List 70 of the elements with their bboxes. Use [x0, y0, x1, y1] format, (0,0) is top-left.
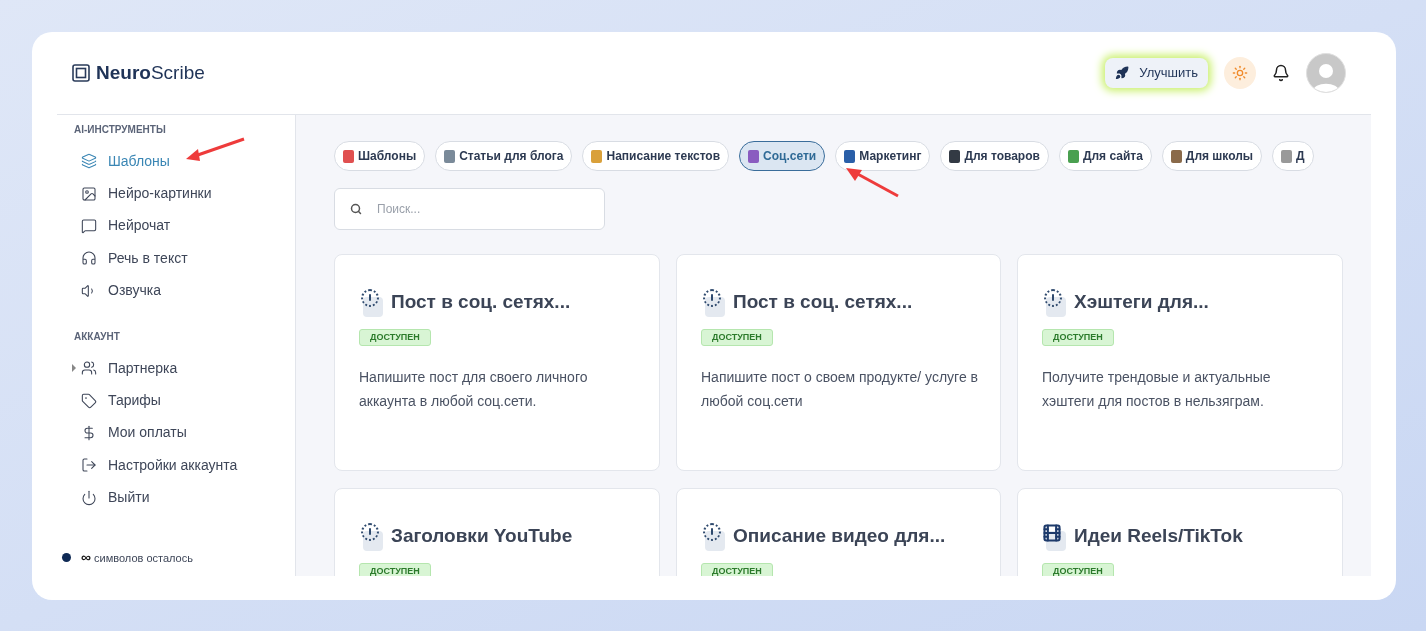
card-description: Напишите пост для своего личного аккаунта в любой соц.сети.: [359, 367, 589, 411]
card-title: Хэштеги для...: [1074, 290, 1209, 314]
alert-icon: [701, 288, 727, 317]
power-icon: [81, 489, 97, 506]
sidebar-item[interactable]: Выйти: [57, 481, 295, 514]
sidebar-item[interactable]: Нейро-картинки: [57, 177, 295, 210]
section-heading: AI-ИНСТРУМЕНТЫ: [73, 123, 167, 137]
headphones-icon: [81, 250, 97, 267]
category-chip[interactable]: Для товаров: [940, 141, 1049, 171]
category-chip[interactable]: Маркетинг: [835, 141, 931, 171]
alert-icon: [701, 522, 727, 551]
sidebar-item[interactable]: Партнерка: [57, 351, 295, 385]
alert-icon: [359, 522, 385, 551]
exit-icon: [81, 457, 97, 474]
status-badge: ДОСТУПЕН: [701, 562, 773, 576]
section-heading: АККАУНТ: [73, 329, 121, 344]
template-card[interactable]: Описание видео для... ДОСТУПЕН: [676, 488, 1001, 576]
layers-icon: [81, 153, 97, 170]
search-icon: [350, 203, 362, 215]
sidebar-item[interactable]: Нейрочат: [57, 209, 295, 243]
category-chip[interactable]: Для школы: [1161, 141, 1263, 171]
template-card[interactable]: Пост в соц. сетях... ДОСТУПЕН Напишите пост для своего личного аккаунта в любой соц.сети.: [334, 254, 660, 471]
film-icon: [1042, 522, 1068, 551]
category-chip[interactable]: Написание текстов: [582, 141, 730, 171]
alert-icon: [359, 288, 385, 317]
template-card[interactable]: Пост в соц. сетях... ДОСТУПЕН Напишите пост о своем продукте/ услуге в любой соц.сети: [676, 254, 1001, 471]
users-icon: [81, 360, 97, 377]
sidebar-item[interactable]: Шаблоны: [57, 145, 295, 178]
image-icon: [81, 185, 97, 202]
annotation-arrow: [844, 166, 900, 198]
symbols-remaining: ∞ символов осталось: [81, 548, 193, 567]
card-title: Пост в соц. сетях...: [733, 290, 913, 314]
status-badge: ДОСТУПЕН: [359, 328, 431, 346]
category-chip[interactable]: Д: [1272, 141, 1314, 171]
card-description: Получите трендовые и актуальные хэштеги для постов в нельзяграм.: [1042, 367, 1272, 411]
status-badge: ДОСТУПЕН: [1042, 562, 1114, 576]
search-field[interactable]: Поиск...: [334, 188, 605, 230]
category-chip[interactable]: Шаблоны: [334, 141, 426, 171]
category-chip[interactable]: Статьи для блога: [435, 141, 573, 171]
template-card[interactable]: Заголовки YouTube ДОСТУПЕН: [334, 488, 660, 576]
bell-icon[interactable]: [1272, 64, 1290, 82]
category-chip[interactable]: Соц.сети: [739, 141, 826, 171]
logo-icon: [72, 64, 90, 82]
card-title: Идеи Reels/TikTok: [1074, 524, 1243, 548]
card-description: Напишите пост о своем продукте/ услуге в любой соц.сети: [701, 367, 980, 411]
status-badge: ДОСТУПЕН: [1042, 328, 1114, 346]
caret-icon[interactable]: [72, 364, 76, 373]
status-badge: ДОСТУПЕН: [359, 562, 431, 576]
tag-icon: [81, 392, 97, 409]
sun-icon: [1232, 65, 1248, 81]
brand-name[interactable]: NeuroScribe: [96, 58, 205, 88]
sidebar-item[interactable]: Мои оплаты: [57, 416, 295, 450]
sidebar-item[interactable]: Настройки аккаунта: [57, 449, 295, 482]
chat-icon: [81, 217, 97, 234]
rocket-icon: [1115, 66, 1130, 80]
card-title: Пост в соц. сетях...: [391, 290, 571, 314]
sidebar-item[interactable]: Озвучка: [57, 274, 295, 307]
dollar-icon: [81, 424, 97, 441]
card-title: Описание видео для...: [733, 524, 946, 548]
card-title: Заголовки YouTube: [391, 524, 573, 548]
theme-toggle[interactable]: [1224, 57, 1256, 89]
alert-icon: [1042, 288, 1068, 317]
sidebar-item[interactable]: Речь в текст: [57, 242, 295, 275]
template-card[interactable]: Идеи Reels/TikTok ДОСТУПЕН: [1017, 488, 1343, 576]
upgrade-button[interactable]: Улучшить: [1105, 58, 1208, 88]
category-chip[interactable]: Для сайта: [1058, 141, 1152, 171]
sidebar-item[interactable]: Тарифы: [57, 384, 295, 417]
status-badge: ДОСТУПЕН: [701, 328, 773, 346]
template-card[interactable]: Хэштеги для... ДОСТУПЕН Получите трендовые и актуальные хэштеги для постов в нельзяграм.: [1017, 254, 1343, 471]
annotation-arrow: [184, 137, 246, 163]
